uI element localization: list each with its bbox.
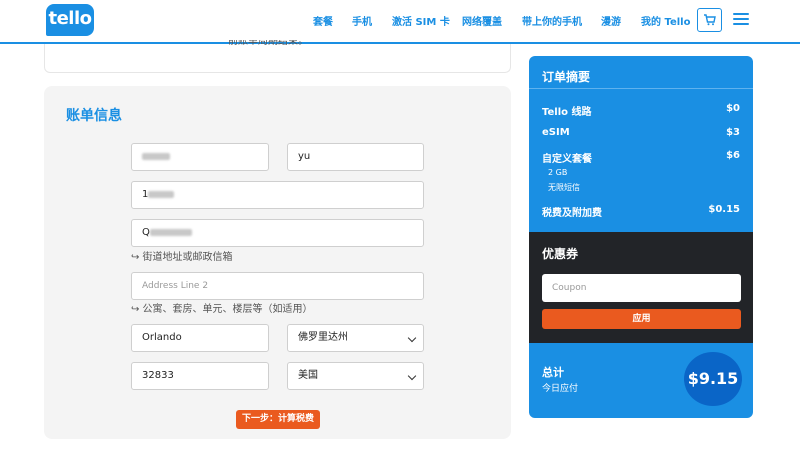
cart-button[interactable] <box>697 8 722 32</box>
nav-roaming[interactable]: 漫游 <box>601 13 621 29</box>
plan-detail-sms: 无限短信 <box>548 183 580 192</box>
apply-coupon-button[interactable]: 应用 <box>542 309 741 329</box>
billing-title: 账单信息 <box>66 108 122 124</box>
city-field[interactable]: Orlando <box>131 324 269 352</box>
state-select[interactable]: 佛罗里达州 <box>287 324 424 352</box>
order-summary-header: 订单摘要 <box>529 56 753 89</box>
summary-row-tax: 税费及附加费 $0.15 <box>542 204 740 219</box>
address-line2-field[interactable]: Address Line 2 <box>131 272 424 300</box>
zip-field[interactable]: 32833 <box>131 362 269 390</box>
redacted-value <box>149 228 192 236</box>
coupon-title: 优惠券 <box>542 247 579 261</box>
summary-row-esim: eSIM $3 <box>542 127 740 138</box>
country-select[interactable]: 美国 <box>287 362 424 390</box>
last-name-field[interactable]: yu <box>287 143 424 171</box>
total-amount: $9.15 <box>684 352 742 406</box>
nav-bring-your-phone[interactable]: 带上你的手机 <box>522 13 582 29</box>
nav-plans[interactable]: 套餐 <box>313 13 333 29</box>
order-summary-title: 订单摘要 <box>542 70 591 84</box>
hamburger-menu-icon[interactable] <box>733 13 749 27</box>
phone-field[interactable]: 1 <box>131 181 424 209</box>
address-hint: ↪ 街道地址或邮政信箱 <box>131 252 233 263</box>
billing-info-card <box>44 86 511 439</box>
nav-my-tello[interactable]: 我的 Tello <box>641 13 690 29</box>
site-header: tello 套餐 手机 激活 SIM 卡 网络覆盖 带上你的手机 漫游 我的 T… <box>0 0 800 44</box>
nav-activate-sim[interactable]: 激活 SIM 卡 <box>392 13 450 29</box>
address-line2-hint: ↪ 公寓、套房、单元、楼层等（如适用） <box>131 304 313 315</box>
coupon-section: 优惠券 Coupon 应用 <box>529 232 753 343</box>
summary-row-tello-line: Tello 线路 $0 <box>542 103 740 118</box>
first-name-field[interactable] <box>131 143 269 171</box>
total-label: 总计 <box>542 366 564 379</box>
total-due-today-label: 今日应付 <box>542 384 579 394</box>
address-line1-field[interactable]: Q <box>131 219 424 247</box>
chevron-down-icon <box>407 371 417 381</box>
order-summary-panel: 订单摘要 Tello 线路 $0 eSIM $3 自定义套餐 $6 2 GB 无限短信… <box>529 56 753 418</box>
previous-section-text: 前账单周期结束。 <box>228 40 308 47</box>
redacted-value <box>142 152 170 160</box>
chevron-down-icon <box>407 333 417 343</box>
cart-icon <box>704 14 716 26</box>
coupon-input[interactable]: Coupon <box>542 274 741 302</box>
tello-logo[interactable]: tello <box>46 4 94 36</box>
next-calculate-tax-button[interactable]: 下一步：计算税费 <box>236 410 320 429</box>
redacted-value <box>148 190 175 198</box>
nav-phones[interactable]: 手机 <box>352 13 372 29</box>
plan-detail-data: 2 GB <box>548 168 568 177</box>
page-root: tello 套餐 手机 激活 SIM 卡 网络覆盖 带上你的手机 漫游 我的 T… <box>0 0 800 462</box>
nav-coverage[interactable]: 网络覆盖 <box>462 13 502 29</box>
summary-row-custom-plan: 自定义套餐 $6 <box>542 150 740 165</box>
